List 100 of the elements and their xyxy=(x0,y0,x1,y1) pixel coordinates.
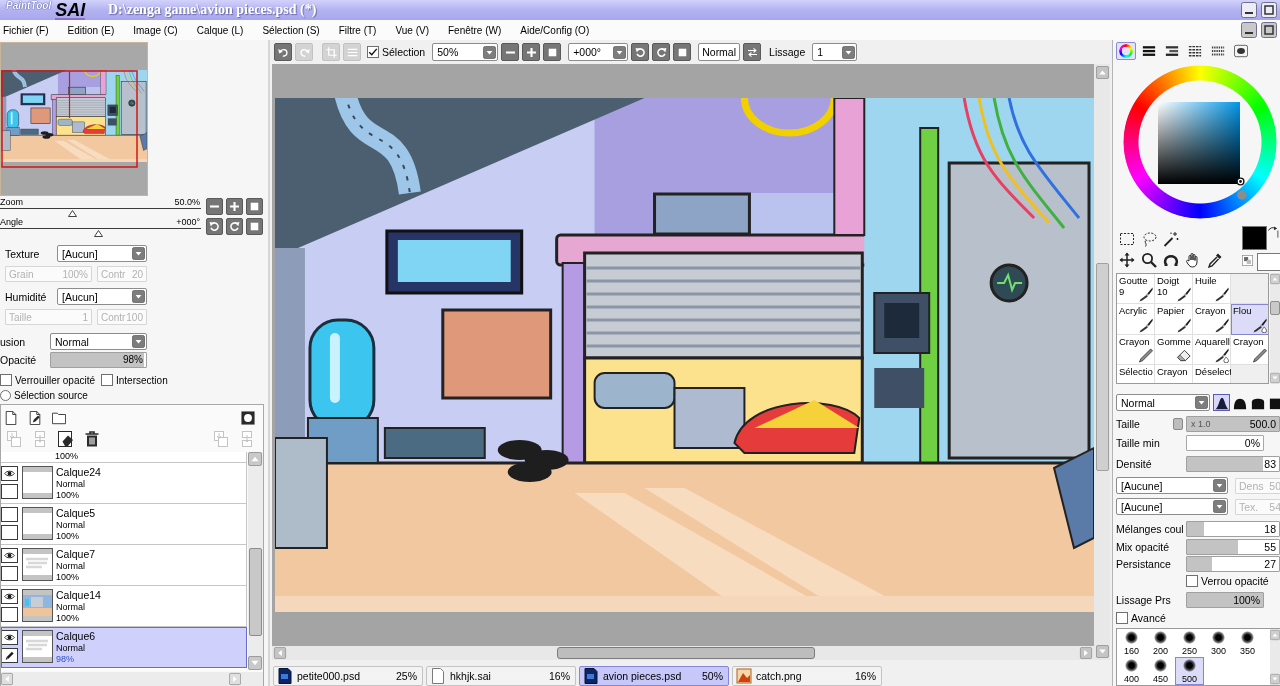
small-swatches-icon[interactable] xyxy=(1242,255,1253,266)
zoom-out-button[interactable] xyxy=(501,43,520,61)
pressure-smoothing-slider[interactable]: 100% xyxy=(1186,591,1264,608)
vertical-scrollbar[interactable] xyxy=(1270,273,1280,384)
blend-mode-button[interactable]: Normal xyxy=(698,43,741,61)
rotate-left-button[interactable] xyxy=(631,43,650,61)
circle-square-icon[interactable] xyxy=(241,411,255,425)
reset-button[interactable] xyxy=(673,43,692,61)
scrollbar-thumb[interactable] xyxy=(249,548,262,636)
visibility-toggle[interactable] xyxy=(1,548,18,563)
zoom-in-button[interactable] xyxy=(226,198,243,215)
brush-size-preset[interactable]: 500 xyxy=(1175,657,1204,685)
brush-shape-button[interactable] xyxy=(1213,394,1230,411)
brush-tool[interactable]: Flou xyxy=(1231,304,1268,335)
horizontal-scrollbar[interactable] xyxy=(272,646,1094,660)
color-tab[interactable] xyxy=(1116,42,1136,60)
eyedropper-icon[interactable] xyxy=(1207,251,1223,268)
brush-tool[interactable]: Gomme xyxy=(1155,335,1193,365)
maximize-button[interactable] xyxy=(1261,2,1277,18)
brush-size-preset[interactable]: 400 xyxy=(1117,657,1146,685)
mix-slider[interactable]: 55 xyxy=(1186,538,1280,555)
mix-slider[interactable]: 27 xyxy=(1186,555,1280,572)
document-tab[interactable]: catch.png 16% xyxy=(732,666,882,686)
secondary-color-swatch[interactable] xyxy=(1257,253,1280,271)
restore-button[interactable] xyxy=(1261,22,1277,38)
brush-tool[interactable]: Crayon xyxy=(1117,335,1155,365)
layer-row[interactable]: Calque6 Normal 98% xyxy=(1,627,248,668)
hue-marker-icon[interactable] xyxy=(1237,190,1247,200)
texture-dropdown[interactable]: [Aucune] xyxy=(1116,498,1228,515)
menu-item[interactable]: Image (C) xyxy=(131,21,180,39)
swap-arrow-icon[interactable] xyxy=(1267,226,1279,238)
visibility-toggle[interactable] xyxy=(1,630,18,645)
edit-toggle[interactable] xyxy=(1,607,18,622)
brush-tool[interactable]: Sélectio xyxy=(1117,365,1155,383)
opacity-slider[interactable]: 98% xyxy=(50,352,147,368)
document-tab[interactable]: avion pieces.psd 50% xyxy=(579,666,729,686)
brush-size-preset[interactable]: 300 xyxy=(1204,629,1233,657)
rotate-right-button[interactable] xyxy=(652,43,671,61)
navigator-preview[interactable] xyxy=(0,42,148,196)
intersection-checkbox[interactable] xyxy=(101,374,113,386)
page-icon[interactable] xyxy=(4,411,18,425)
brush-size-preset[interactable]: 250 xyxy=(1175,629,1204,657)
menu-item[interactable]: Fichier (F) xyxy=(1,21,51,39)
size-mode-toggle[interactable] xyxy=(1173,418,1183,430)
layer-row[interactable]: 100% xyxy=(1,452,248,463)
texture-dropdown[interactable]: [Aucun] xyxy=(57,245,147,262)
horizontal-scrollbar[interactable] xyxy=(1,672,263,686)
rotate-left-button[interactable] xyxy=(206,218,223,235)
dropdown[interactable]: 1 xyxy=(812,43,858,61)
document-tab[interactable]: petite000.psd 25% xyxy=(273,666,423,686)
lasso-icon[interactable] xyxy=(1141,230,1157,247)
edit-toggle[interactable] xyxy=(1,484,18,499)
dashed-rectangle-icon[interactable] xyxy=(1119,230,1135,247)
zoom-reset-button[interactable] xyxy=(246,198,263,215)
density-slider[interactable]: 83 xyxy=(1186,455,1280,472)
layer-row[interactable]: Calque5 Normal 100% xyxy=(1,504,248,545)
brush-size-preset[interactable]: 160 xyxy=(1117,629,1146,657)
eraser-page-icon[interactable] xyxy=(58,431,74,447)
angle-slider[interactable] xyxy=(0,228,201,236)
min-size-field[interactable]: 0% xyxy=(1186,434,1264,451)
zoom-in-button[interactable] xyxy=(522,43,541,61)
edit-toggle[interactable] xyxy=(1,566,18,581)
size-slider[interactable]: x 1.0 500.0 xyxy=(1186,416,1280,432)
brush-tool[interactable]: Doigt 10 xyxy=(1155,274,1193,304)
reset-button[interactable] xyxy=(543,43,562,61)
edit-toggle[interactable] xyxy=(1,525,18,540)
brush-tool[interactable]: Papier xyxy=(1155,304,1193,335)
brush-size-preset[interactable]: 200 xyxy=(1146,629,1175,657)
page-pen-icon[interactable] xyxy=(28,411,42,425)
layer-row[interactable]: Calque14 Normal 100% xyxy=(1,586,248,627)
flip-button[interactable] xyxy=(743,43,762,61)
menu-item[interactable]: Filtre (T) xyxy=(336,21,379,39)
brush-size-preset[interactable]: 350 xyxy=(1233,629,1262,657)
move-arrows-icon[interactable] xyxy=(1119,251,1135,268)
scrollbar-thumb[interactable] xyxy=(1270,301,1280,315)
layer-row[interactable]: Calque7 Normal 100% xyxy=(1,545,248,586)
slider-thumb[interactable] xyxy=(94,230,104,237)
brush-tool[interactable]: Aquarell xyxy=(1193,335,1231,365)
lock-opacity-checkbox[interactable] xyxy=(0,374,12,386)
advanced-checkbox[interactable] xyxy=(1116,612,1128,624)
scrollbar-thumb[interactable] xyxy=(557,647,815,659)
vertical-scrollbar[interactable] xyxy=(1270,629,1280,685)
menu-item[interactable]: Vue (V) xyxy=(393,21,431,39)
zoom-slider[interactable] xyxy=(0,208,201,216)
menu-item[interactable]: Calque (L) xyxy=(194,21,246,39)
undo-button[interactable] xyxy=(274,43,292,61)
slider-thumb[interactable] xyxy=(68,210,78,217)
scrollbar-thumb[interactable] xyxy=(1095,263,1109,471)
brush-blend-dropdown[interactable]: Normal xyxy=(1116,394,1210,411)
dropdown[interactable]: +000° xyxy=(568,43,629,61)
visibility-toggle[interactable] xyxy=(1,466,18,481)
edit-toggle[interactable] xyxy=(1,648,18,663)
color-tab[interactable] xyxy=(1231,42,1251,60)
brush-tool[interactable]: Acrylic xyxy=(1117,304,1155,335)
zoom-out-button[interactable] xyxy=(206,198,223,215)
primary-color-swatch[interactable] xyxy=(1242,226,1267,250)
document-tab[interactable]: hkhjk.sai 16% xyxy=(426,666,576,686)
visibility-toggle[interactable] xyxy=(1,507,18,522)
minimize-button[interactable] xyxy=(1241,2,1257,18)
mix-slider[interactable]: 18 xyxy=(1186,520,1280,537)
